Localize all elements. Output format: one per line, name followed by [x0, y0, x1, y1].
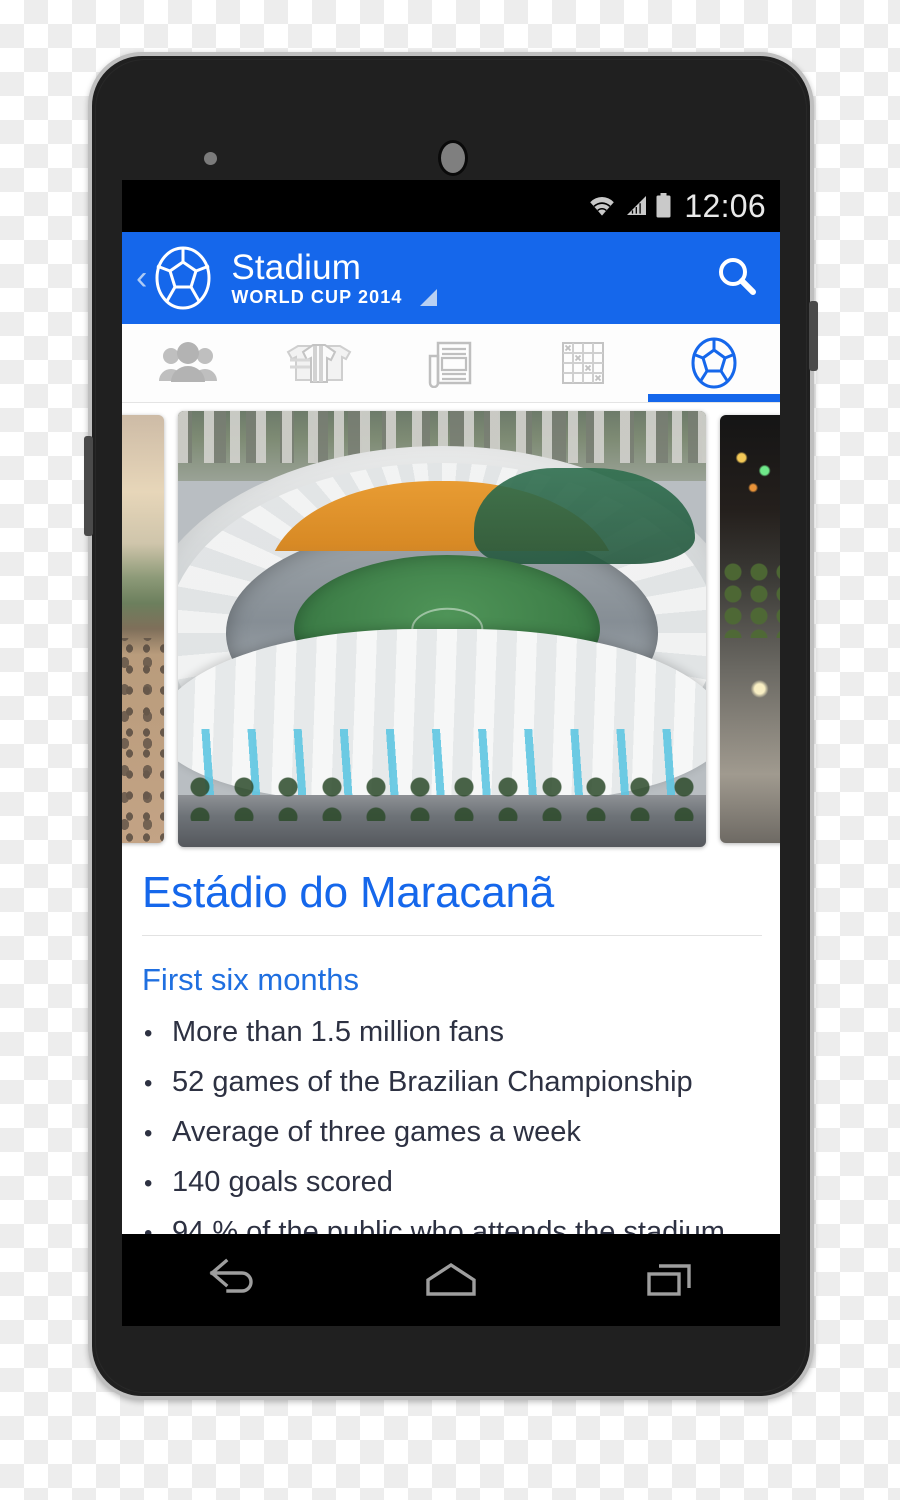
carousel-slide-current[interactable]: [178, 411, 706, 847]
search-button[interactable]: [708, 249, 766, 307]
carousel-slide-previous[interactable]: [122, 415, 164, 843]
tab-table[interactable]: [517, 324, 649, 402]
tab-stadium[interactable]: [648, 324, 780, 402]
carousel-slide-next[interactable]: [720, 415, 780, 843]
tab-news[interactable]: [385, 324, 517, 402]
list-item-label: Average of three games a week: [172, 1116, 581, 1148]
tab-bar: [122, 324, 780, 403]
section-heading: First six months: [142, 962, 360, 997]
battery-icon: [655, 193, 672, 219]
app-bar-subtitle: WORLD CUP 2014: [231, 287, 403, 307]
soccer-ball-icon: [690, 337, 738, 389]
home-icon: [422, 1258, 480, 1302]
dropdown-caret-icon[interactable]: [420, 289, 438, 306]
power-button[interactable]: [809, 301, 818, 371]
list-item-label: More than 1.5 million fans: [172, 1016, 505, 1048]
bullet-icon: •: [144, 1120, 153, 1147]
cellular-signal-icon: [624, 194, 648, 218]
page-title: Estádio do Maracanã: [142, 868, 555, 917]
stadium-night-photo: [720, 415, 780, 843]
back-arrow-icon: [204, 1257, 260, 1303]
app-bar: ‹ Stadium WORLD CUP 2014: [122, 232, 780, 324]
volume-rocker-button[interactable]: [84, 436, 93, 536]
app-bar-back-button[interactable]: ‹: [130, 261, 151, 295]
smartphone-device: 12:06 ‹ Stadium WORLD CUP 2014 Estádio d…: [84, 52, 818, 1400]
tab-teams[interactable]: [254, 324, 386, 402]
front-camera-icon: [438, 140, 468, 176]
list-item: • More than 1.5 million fans: [144, 1008, 770, 1058]
nav-home-button[interactable]: [391, 1234, 511, 1326]
phone-screen: 12:06 ‹ Stadium WORLD CUP 2014 Estádio d…: [122, 180, 780, 1326]
tab-fans[interactable]: [122, 324, 254, 402]
status-bar: 12:06: [122, 180, 780, 232]
nav-recents-button[interactable]: [610, 1234, 730, 1326]
list-item: • 52 games of the Brazilian Championship: [144, 1058, 770, 1108]
list-item-label: 52 games of the Brazilian Championship: [172, 1066, 693, 1098]
nav-back-button[interactable]: [172, 1234, 292, 1326]
bullet-icon: •: [144, 1020, 153, 1047]
app-bar-title: Stadium: [231, 248, 362, 287]
search-icon: [714, 253, 760, 304]
list-item-label: 140 goals scored: [172, 1166, 393, 1198]
stadium-info-card: Estádio do Maracanã First six months • M…: [122, 855, 780, 1258]
bullet-icon: •: [144, 1170, 153, 1197]
proximity-sensor-icon: [204, 152, 217, 165]
recents-icon: [643, 1258, 697, 1302]
stadium-crowd-photo: [122, 415, 164, 843]
stats-list: • More than 1.5 million fans • 52 games …: [122, 1008, 780, 1258]
status-bar-clock: 12:06: [684, 188, 766, 224]
soccer-ball-icon: [153, 245, 213, 311]
grid-table-icon: [559, 339, 607, 387]
newspaper-icon: [426, 338, 476, 388]
maracana-aerial-photo: [178, 411, 706, 847]
bullet-icon: •: [144, 1070, 153, 1097]
jerseys-icon: [282, 340, 356, 386]
list-item: • Average of three games a week: [144, 1108, 770, 1158]
people-icon: [157, 341, 219, 385]
image-carousel[interactable]: [122, 403, 780, 855]
list-item: • 140 goals scored: [144, 1158, 770, 1208]
wifi-icon: [587, 194, 617, 218]
android-navigation-bar: [122, 1234, 780, 1326]
